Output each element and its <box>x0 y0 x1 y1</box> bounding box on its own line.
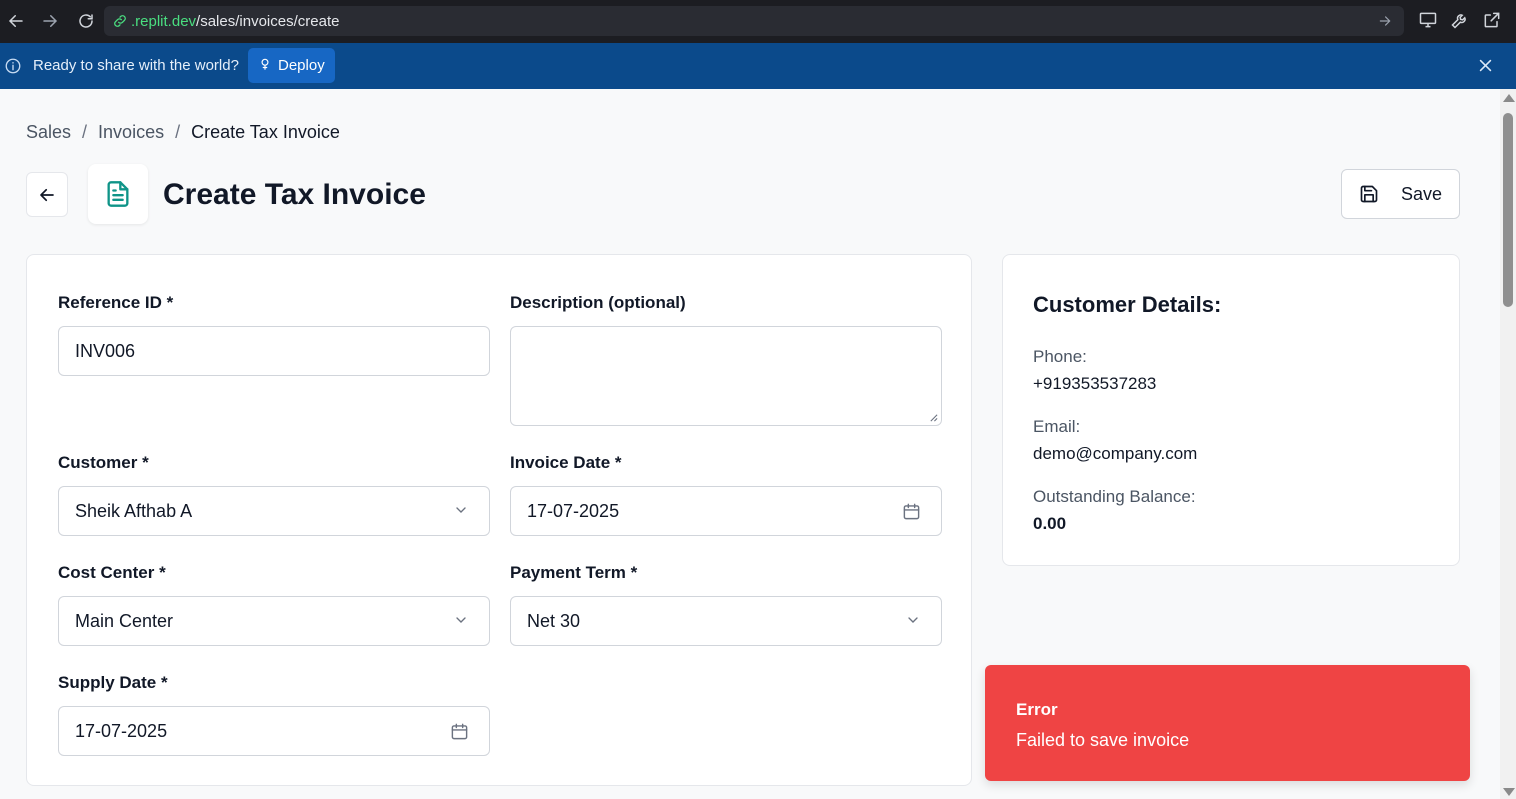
scroll-down-icon[interactable] <box>1503 788 1515 796</box>
phone-label: Phone: <box>1033 347 1087 366</box>
payment-term-value: Net 30 <box>527 610 581 631</box>
page-title: Create Tax Invoice <box>163 178 426 211</box>
chevron-down-icon <box>453 612 469 628</box>
address-bar[interactable]: .replit.dev/sales/invoices/create <box>104 6 1404 36</box>
cost-center-label: Cost Center * <box>58 563 166 582</box>
deploy-button[interactable]: Deploy <box>248 48 335 83</box>
toast-title: Error <box>1016 700 1058 719</box>
customer-select[interactable]: Sheik Afthab A <box>58 486 490 536</box>
breadcrumb-separator: / <box>175 122 181 142</box>
breadcrumb-separator: / <box>82 122 88 142</box>
deploy-banner: Ready to share with the world? Deploy <box>0 43 1516 89</box>
banner-text: Ready to share with the world? <box>33 57 239 74</box>
scroll-up-icon[interactable] <box>1503 94 1515 102</box>
email-label: Email: <box>1033 417 1081 436</box>
payment-term-label: Payment Term * <box>510 563 638 582</box>
scroll-thumb[interactable] <box>1503 113 1513 307</box>
breadcrumb-invoices[interactable]: Invoices <box>98 122 164 143</box>
back-arrow-icon[interactable] <box>3 8 29 34</box>
phone-value: +919353537283 <box>1033 374 1157 393</box>
url-path: /sales/invoices/create <box>196 12 340 30</box>
email-value: demo@company.com <box>1033 444 1198 463</box>
description-label: Description (optional) <box>510 293 686 312</box>
customer-label: Customer * <box>58 453 149 472</box>
reference-id-label: Reference ID * <box>58 293 174 312</box>
deploy-label: Deploy <box>278 57 325 74</box>
breadcrumb-current: Create Tax Invoice <box>191 122 340 142</box>
breadcrumb-sales[interactable]: Sales <box>26 122 71 143</box>
deploy-icon <box>258 57 272 75</box>
description-textarea[interactable] <box>510 326 942 426</box>
back-button[interactable] <box>26 172 68 217</box>
balance-label: Outstanding Balance: <box>1033 487 1196 506</box>
calendar-icon[interactable] <box>450 722 469 741</box>
customer-value: Sheik Afthab A <box>75 500 193 521</box>
invoice-date-label: Invoice Date * <box>510 453 622 472</box>
arrow-left-icon <box>38 186 56 204</box>
info-icon <box>4 57 22 75</box>
browser-toolbar: .replit.dev/sales/invoices/create <box>0 0 1516 43</box>
external-link-icon[interactable] <box>1482 10 1502 35</box>
forward-arrow-icon[interactable] <box>37 8 63 34</box>
save-label: Save <box>1400 183 1443 204</box>
customer-details-title: Customer Details: <box>1033 292 1222 317</box>
cost-center-select[interactable]: Main Center <box>58 596 490 646</box>
go-arrow-icon[interactable] <box>1378 14 1392 28</box>
error-toast[interactable]: Error Failed to save invoice <box>985 665 1470 781</box>
wrench-icon[interactable] <box>1450 10 1470 35</box>
chevron-down-icon <box>905 612 921 628</box>
breadcrumb: Sales / Invoices / Create Tax Invoice <box>26 122 340 143</box>
resize-handle-icon[interactable] <box>929 413 938 422</box>
chevron-down-icon <box>453 502 469 518</box>
reference-id-input[interactable]: INV006 <box>58 326 490 376</box>
page-scrollbar[interactable] <box>1500 89 1516 799</box>
supply-date-label: Supply Date * <box>58 673 168 692</box>
toast-message: Failed to save invoice <box>1016 730 1190 750</box>
balance-value: 0.00 <box>1033 514 1067 533</box>
invoice-form-card: Reference ID * INV006 Description (optio… <box>26 254 972 786</box>
reload-icon[interactable] <box>73 8 99 34</box>
save-button[interactable]: Save <box>1341 169 1460 219</box>
save-icon <box>1359 184 1379 204</box>
cost-center-value: Main Center <box>75 610 174 631</box>
link-icon <box>112 13 128 29</box>
monitor-icon[interactable] <box>1418 10 1438 35</box>
url-host: .replit.dev <box>131 12 197 30</box>
payment-term-select[interactable]: Net 30 <box>510 596 942 646</box>
customer-details-card: Customer Details: Phone: +919353537283 E… <box>1002 254 1460 566</box>
supply-date-value: 17-07-2025 <box>75 720 168 741</box>
calendar-icon[interactable] <box>902 502 921 521</box>
reference-id-value: INV006 <box>75 340 136 361</box>
file-text-icon <box>104 180 132 208</box>
supply-date-input[interactable]: 17-07-2025 <box>58 706 490 756</box>
invoice-date-input[interactable]: 17-07-2025 <box>510 486 942 536</box>
document-badge <box>88 164 148 224</box>
close-icon[interactable] <box>1477 57 1494 74</box>
invoice-date-value: 17-07-2025 <box>527 500 620 521</box>
